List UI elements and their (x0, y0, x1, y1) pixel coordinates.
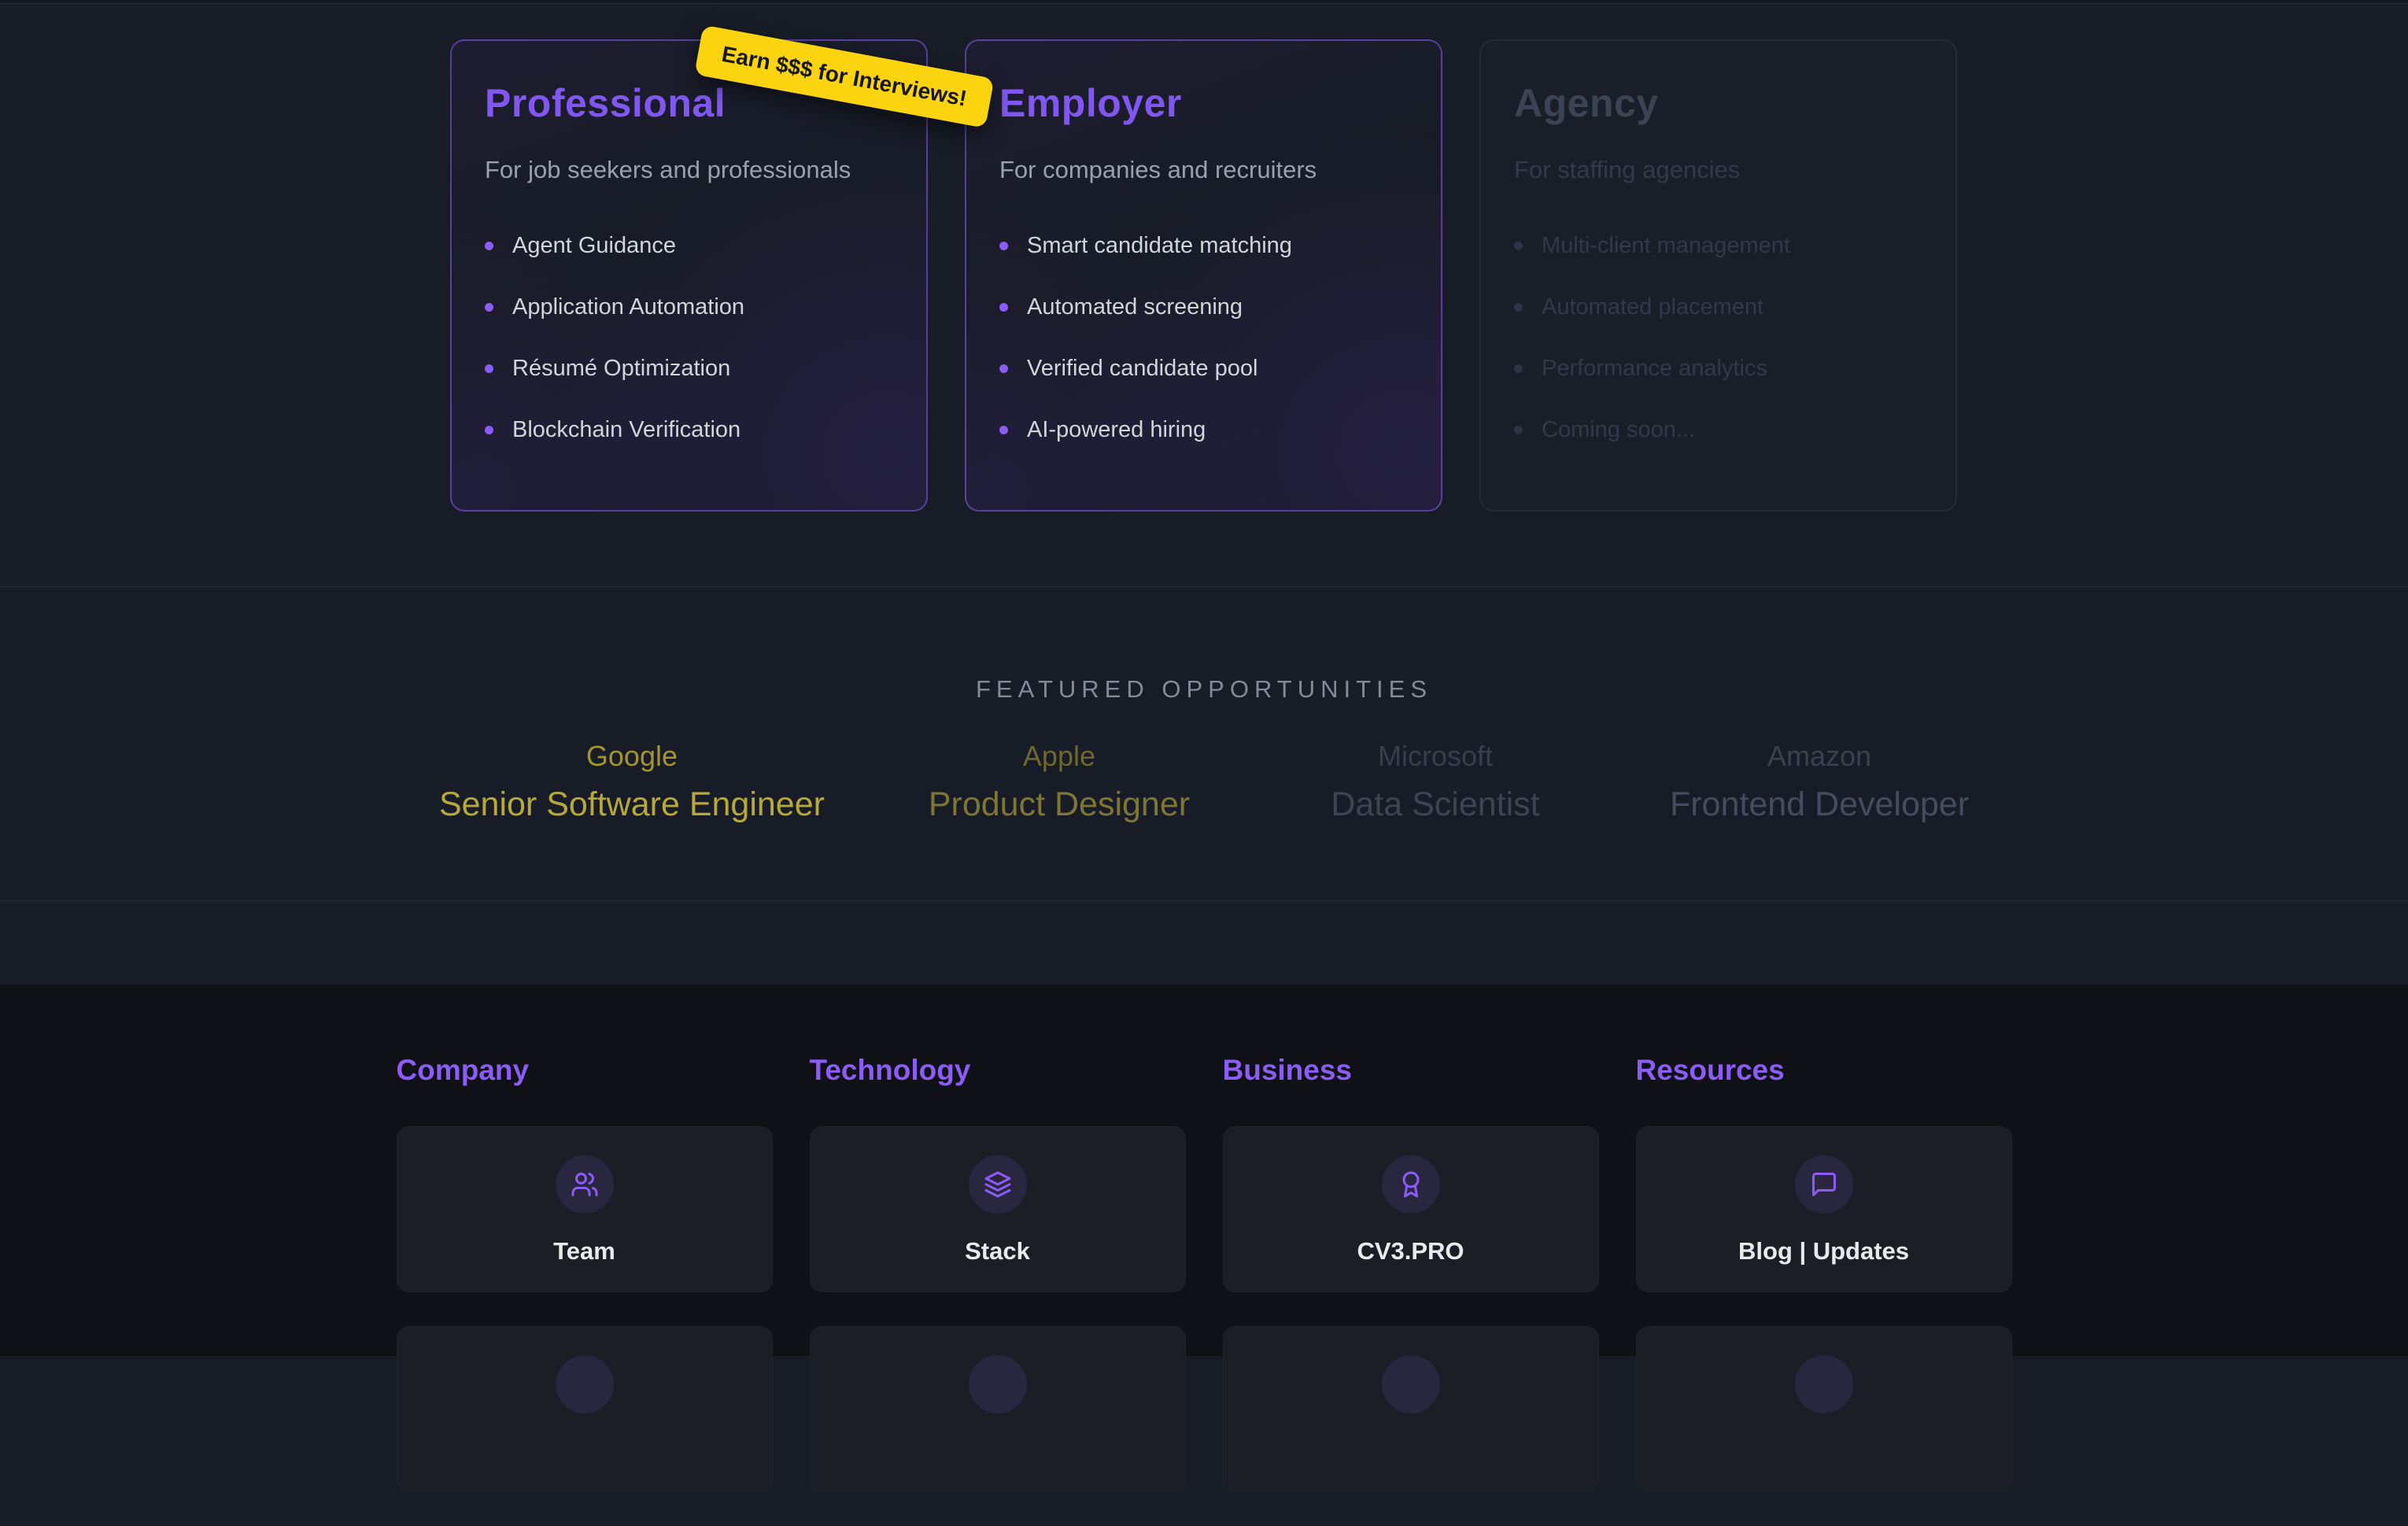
clipped-card-icon (969, 1355, 1027, 1413)
footer-column-business: Business CV3.PRO (1223, 1054, 1599, 1526)
job-role: Senior Software Engineer (439, 785, 825, 824)
plan-card-professional[interactable]: Professional For job seekers and profess… (450, 39, 928, 512)
bullet-dot-icon (999, 364, 1008, 373)
plan-subtitle: For job seekers and professionals (485, 156, 893, 184)
plan-subtitle: For companies and recruiters (999, 156, 1408, 184)
footer-card-clipped[interactable] (810, 1326, 1186, 1492)
job-role: Product Designer (918, 785, 1201, 824)
bullet-dot-icon (999, 242, 1008, 250)
bullet-dot-icon (485, 426, 493, 434)
footer-card-clipped[interactable] (1223, 1326, 1599, 1492)
footer-card-label: Stack (965, 1237, 1030, 1266)
clipped-card-icon (556, 1355, 614, 1413)
layers-icon (969, 1155, 1027, 1214)
footer-card-clipped[interactable] (1636, 1326, 2012, 1492)
plan-card-employer[interactable]: Employer For companies and recruiters Sm… (965, 39, 1442, 512)
plan-feature-list: Smart candidate matching Automated scree… (999, 233, 1408, 443)
footer-card-team[interactable]: Team (397, 1126, 773, 1292)
plan-subtitle: For staffing agencies (1514, 156, 1922, 184)
footer-column-technology: Technology Stack (810, 1054, 1186, 1526)
users-icon (556, 1155, 614, 1214)
plan-feature: Verified candidate pool (999, 356, 1408, 382)
footer-column-heading: Resources (1636, 1054, 2012, 1087)
plan-feature: Application Automation (485, 294, 893, 320)
plan-feature-label: Coming soon... (1542, 417, 1695, 443)
footer-card-stack[interactable]: Stack (810, 1126, 1186, 1292)
job-company: Google (439, 740, 825, 773)
job-company: Amazon (1670, 740, 1969, 773)
plan-feature: Automated screening (999, 294, 1408, 320)
plan-feature-label: Agent Guidance (512, 233, 676, 259)
plan-feature-label: Smart candidate matching (1027, 233, 1292, 259)
footer-column-resources: Resources Blog | Updates (1636, 1054, 2012, 1526)
plan-feature: Coming soon... (1514, 417, 1922, 443)
footer-column-heading: Technology (810, 1054, 1186, 1087)
plan-feature-label: Automated placement (1542, 294, 1764, 320)
footer-column-company: Company Team (397, 1054, 773, 1526)
footer-card-cv3pro[interactable]: CV3.PRO (1223, 1126, 1599, 1292)
footer-card-clipped[interactable] (397, 1326, 773, 1492)
clipped-card-icon (1795, 1355, 1853, 1413)
plan-feature-label: Blockchain Verification (512, 417, 740, 443)
plan-feature: Agent Guidance (485, 233, 893, 259)
bullet-dot-icon (485, 364, 493, 373)
bullet-dot-icon (999, 303, 1008, 312)
plan-title: Employer (999, 80, 1408, 126)
plan-feature-label: Application Automation (512, 294, 744, 320)
plan-feature-list: Agent Guidance Application Automation Ré… (485, 233, 893, 443)
plans-section: Earn $$$ for Interviews! Professional Fo… (0, 4, 2408, 586)
plan-feature: Résumé Optimization (485, 356, 893, 382)
bullet-dot-icon (485, 303, 493, 312)
message-square-icon (1795, 1155, 1853, 1214)
plan-feature-label: Résumé Optimization (512, 356, 730, 382)
bullet-dot-icon (999, 426, 1008, 434)
plan-feature: AI-powered hiring (999, 417, 1408, 443)
footer-card-label: Blog | Updates (1738, 1237, 1909, 1266)
job-item-amazon[interactable]: Amazon Frontend Developer (1670, 740, 1969, 824)
plan-feature: Blockchain Verification (485, 417, 893, 443)
plan-feature-label: Automated screening (1027, 294, 1243, 320)
footer-card-label: Team (553, 1237, 615, 1266)
footer-section: Company Team Technology Stack (0, 984, 2408, 1356)
job-company: Microsoft (1294, 740, 1577, 773)
plan-feature: Automated placement (1514, 294, 1922, 320)
bullet-dot-icon (1514, 426, 1523, 434)
featured-heading: FEATURED OPPORTUNITIES (0, 587, 2408, 704)
plan-feature-label: Multi-client management (1542, 233, 1790, 259)
job-item-microsoft[interactable]: Microsoft Data Scientist (1294, 740, 1577, 824)
bullet-dot-icon (1514, 303, 1523, 312)
plans-row: Professional For job seekers and profess… (450, 39, 1957, 512)
bullet-dot-icon (485, 242, 493, 250)
bullet-dot-icon (1514, 242, 1523, 250)
plan-title: Agency (1514, 80, 1922, 126)
award-icon (1382, 1155, 1440, 1214)
job-item-apple[interactable]: Apple Product Designer (918, 740, 1201, 824)
plan-feature: Multi-client management (1514, 233, 1922, 259)
clipped-card-icon (1382, 1355, 1440, 1413)
footer-grid: Company Team Technology Stack (397, 985, 2012, 1526)
plan-feature-list: Multi-client management Automated placem… (1514, 233, 1922, 443)
job-role: Frontend Developer (1670, 785, 1969, 824)
section-spacer (0, 900, 2408, 984)
plan-feature-label: AI-powered hiring (1027, 417, 1206, 443)
bullet-dot-icon (1514, 364, 1523, 373)
plan-feature: Performance analytics (1514, 356, 1922, 382)
job-company: Apple (918, 740, 1201, 773)
plan-feature-label: Performance analytics (1542, 356, 1767, 382)
footer-column-heading: Business (1223, 1054, 1599, 1087)
footer-card-label: CV3.PRO (1357, 1237, 1464, 1266)
featured-opportunities-section: FEATURED OPPORTUNITIES Google Senior Sof… (0, 586, 2408, 900)
job-role: Data Scientist (1294, 785, 1577, 824)
plan-feature: Smart candidate matching (999, 233, 1408, 259)
featured-jobs-carousel: Google Senior Software Engineer Apple Pr… (0, 740, 2408, 824)
job-item-google[interactable]: Google Senior Software Engineer (439, 740, 825, 824)
footer-card-blog[interactable]: Blog | Updates (1636, 1126, 2012, 1292)
plan-card-agency: Agency For staffing agencies Multi-clien… (1479, 39, 1957, 512)
footer-column-heading: Company (397, 1054, 773, 1087)
plan-feature-label: Verified candidate pool (1027, 356, 1258, 382)
